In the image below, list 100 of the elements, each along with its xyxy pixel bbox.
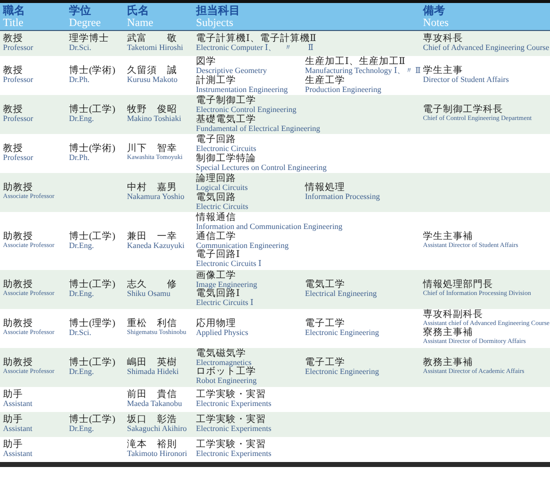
- cell-text: Dr.Eng.: [69, 115, 94, 124]
- cell-text: Assistant: [3, 450, 32, 458]
- cell-text: 重松 利信: [127, 318, 177, 329]
- cell-text: Dr.Sci.: [69, 44, 92, 53]
- cell-text: 情報処理: [305, 183, 345, 194]
- cell-text: 教授: [3, 34, 23, 44]
- cell-text: 専攻科副科長: [423, 310, 483, 320]
- cell-text: 学生主事: [423, 66, 463, 76]
- cell-text: Takimoto Hironori: [127, 450, 188, 458]
- cell-text: Information and Communication Engineering: [196, 223, 342, 231]
- cell-text: 計測工学: [196, 76, 236, 86]
- cell-text: 久留須 誠: [127, 66, 177, 76]
- cell-text: 博士(学術): [69, 144, 116, 154]
- cell-text: 博士(工学): [69, 414, 116, 425]
- cell-text: Chief of Advanced Engineering Course: [423, 44, 550, 53]
- cell-text: Kurusu Makoto: [127, 76, 178, 85]
- cell-text: 兼田 一幸: [127, 232, 177, 242]
- cell-text: Taketomi Hiroshi: [127, 44, 184, 53]
- cell-text: 電気回路: [196, 192, 236, 202]
- cell-text: Robot Engineering: [196, 377, 257, 386]
- cell-text: Electrical Engineering: [305, 290, 377, 298]
- cell-text: Applied Physics: [196, 328, 248, 338]
- cell-text: Director of Student Affairs: [423, 76, 509, 85]
- cell-text: Dr.Eng.: [69, 242, 94, 250]
- cell-text: Dr.Ph.: [69, 154, 90, 163]
- cell-text: 電子工学: [305, 358, 345, 368]
- cell-text: Dr.Eng.: [69, 424, 94, 434]
- cell-text: Dr.Sci.: [69, 328, 92, 338]
- cell-text: 工学実験・実習: [196, 390, 266, 400]
- cell-text: Production Engineering: [305, 86, 382, 94]
- cell-text: Communication Engineering: [196, 242, 289, 250]
- cell-text: Logical Circuits: [196, 184, 248, 192]
- cell-text: Special Lectures on Control Engineering: [196, 164, 327, 172]
- cell-text: Image Engineering: [196, 280, 258, 289]
- cell-text: 論理回路: [196, 174, 236, 184]
- cell-text: Professor: [3, 154, 34, 163]
- cell-text: Electronic Engineering: [305, 328, 379, 338]
- cell-text: 牧野 俊昭: [127, 105, 177, 116]
- cell-text: 坂口 彰浩: [127, 414, 177, 425]
- cell-text: 寮務主事補: [423, 328, 473, 338]
- cell-text: Shiku Osamu: [127, 290, 170, 298]
- cell-text: 図学: [196, 57, 216, 67]
- cell-text: Manufacturing Technology Ⅰ、〃 Ⅱ: [305, 67, 421, 75]
- cell-text: Electronic Computer Ⅰ、 〃 Ⅱ: [196, 44, 314, 53]
- cell-text: 助手: [3, 414, 23, 425]
- cell-text: ロボット工学: [196, 367, 256, 377]
- cell-text: 助手: [3, 390, 23, 400]
- cell-text: Professor: [3, 115, 34, 124]
- cell-text: Instrumentation Engineering: [196, 86, 288, 94]
- cell-text: 助教授: [3, 232, 33, 242]
- cell-text: 助教授: [3, 183, 33, 194]
- cell-text: 電子回路: [196, 135, 236, 145]
- column-header: Notes: [423, 16, 450, 28]
- cell-text: 情報通信: [196, 213, 236, 223]
- cell-text: Electronic Engineering: [305, 368, 379, 376]
- cell-text: Electronic Experiments: [196, 424, 272, 434]
- cell-text: 博士(学術): [69, 66, 116, 76]
- column-header: 学位: [69, 4, 92, 16]
- cell-text: 電気磁気学: [196, 348, 246, 358]
- cell-text: 工学実験・実習: [196, 440, 266, 450]
- cell-text: 志久 修: [127, 280, 177, 290]
- cell-text: 嶋田 英樹: [127, 358, 177, 368]
- cell-text: 電子工学: [305, 318, 345, 329]
- cell-text: 武富 敬: [127, 34, 177, 44]
- column-header: Degree: [69, 16, 102, 28]
- cell-text: 博士(工学): [69, 232, 116, 242]
- cell-text: Assistant: [3, 424, 32, 434]
- cell-text: 教務主事補: [423, 358, 473, 368]
- cell-text: Descriptive Geometry: [196, 67, 267, 75]
- cell-text: 工学実験・実習: [196, 414, 266, 425]
- cell-text: 専攻科長: [423, 34, 463, 44]
- cell-text: 中村 嘉男: [127, 183, 177, 194]
- cell-text: 応用物理: [196, 318, 236, 329]
- cell-text: Information Processing: [305, 193, 380, 202]
- cell-text: Nakamura Yoshio: [127, 193, 184, 202]
- cell-text: 電気工学: [305, 280, 345, 290]
- cell-text: 博士(工学): [69, 358, 116, 368]
- cell-text: 滝本 裕則: [127, 440, 177, 450]
- cell-text: Professor: [3, 76, 34, 85]
- cell-text: 生産加工Ⅰ、生産加工Ⅱ: [305, 57, 406, 67]
- column-header: 担当科目: [196, 4, 241, 16]
- cell-text: 制御工学特論: [196, 154, 256, 164]
- cell-text: 電子回路Ⅰ: [196, 250, 240, 260]
- cell-text: Professor: [3, 44, 34, 53]
- cell-text: 学生主事補: [423, 232, 473, 242]
- cell-text: Electronic Experiments: [196, 400, 272, 408]
- cell-text: Shimada Hideki: [127, 368, 179, 376]
- cell-text: Electronic Control Engineering: [196, 106, 296, 114]
- cell-text: Fundamental of Electrical Engineering: [196, 124, 320, 133]
- cell-text: 教授: [3, 105, 23, 116]
- cell-text: 通信工学: [196, 232, 236, 242]
- cell-text: 助教授: [3, 318, 33, 329]
- cell-text: 電子計算機Ⅰ、電子計算機Ⅱ: [196, 34, 316, 44]
- column-header: 職名: [3, 4, 26, 16]
- cell-text: Electric Circuits: [196, 202, 248, 211]
- cell-text: Electromagnetics: [196, 358, 252, 367]
- cell-text: 博士(工学): [69, 105, 116, 116]
- cell-text: Electric Circuits Ⅰ: [196, 299, 254, 308]
- cell-text: 教授: [3, 144, 23, 154]
- cell-text: 助教授: [3, 358, 33, 368]
